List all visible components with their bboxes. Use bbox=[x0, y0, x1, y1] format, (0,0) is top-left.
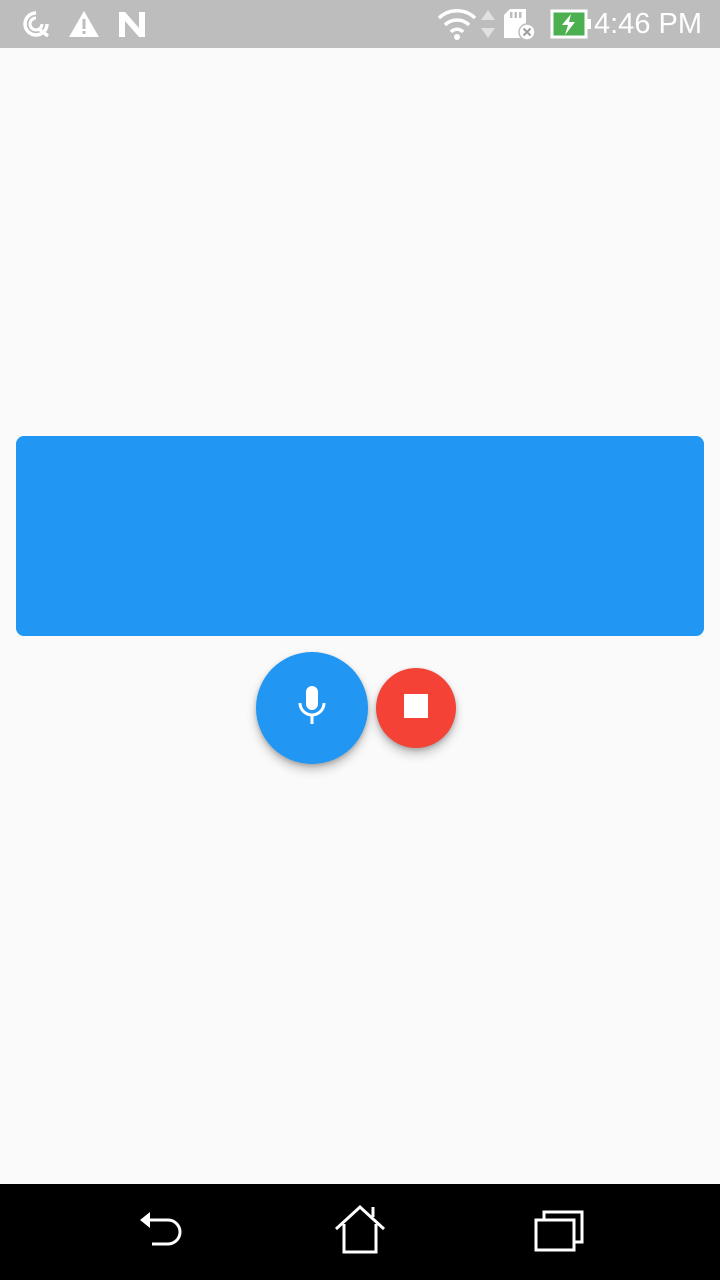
data-arrows-icon bbox=[478, 8, 498, 45]
n-icon bbox=[116, 8, 148, 45]
recents-icon bbox=[532, 1206, 588, 1259]
back-icon bbox=[134, 1206, 186, 1259]
main-content bbox=[0, 48, 720, 1184]
data-saver-icon bbox=[20, 8, 52, 45]
home-icon bbox=[332, 1204, 388, 1261]
speech-result-panel bbox=[16, 436, 704, 636]
stop-button[interactable] bbox=[376, 668, 456, 748]
warning-icon bbox=[68, 8, 100, 45]
sd-card-icon bbox=[502, 8, 538, 47]
battery-charging-icon bbox=[550, 8, 592, 45]
home-button[interactable] bbox=[330, 1204, 390, 1260]
back-button[interactable] bbox=[130, 1204, 190, 1260]
recents-button[interactable] bbox=[530, 1204, 590, 1260]
stop-icon bbox=[404, 693, 428, 723]
mic-icon bbox=[292, 684, 332, 733]
navigation-bar bbox=[0, 1184, 720, 1280]
mic-button[interactable] bbox=[256, 652, 368, 764]
wifi-icon bbox=[436, 6, 478, 47]
status-bar: 4:46 PM bbox=[0, 0, 720, 48]
status-time: 4:46 PM bbox=[594, 8, 702, 40]
